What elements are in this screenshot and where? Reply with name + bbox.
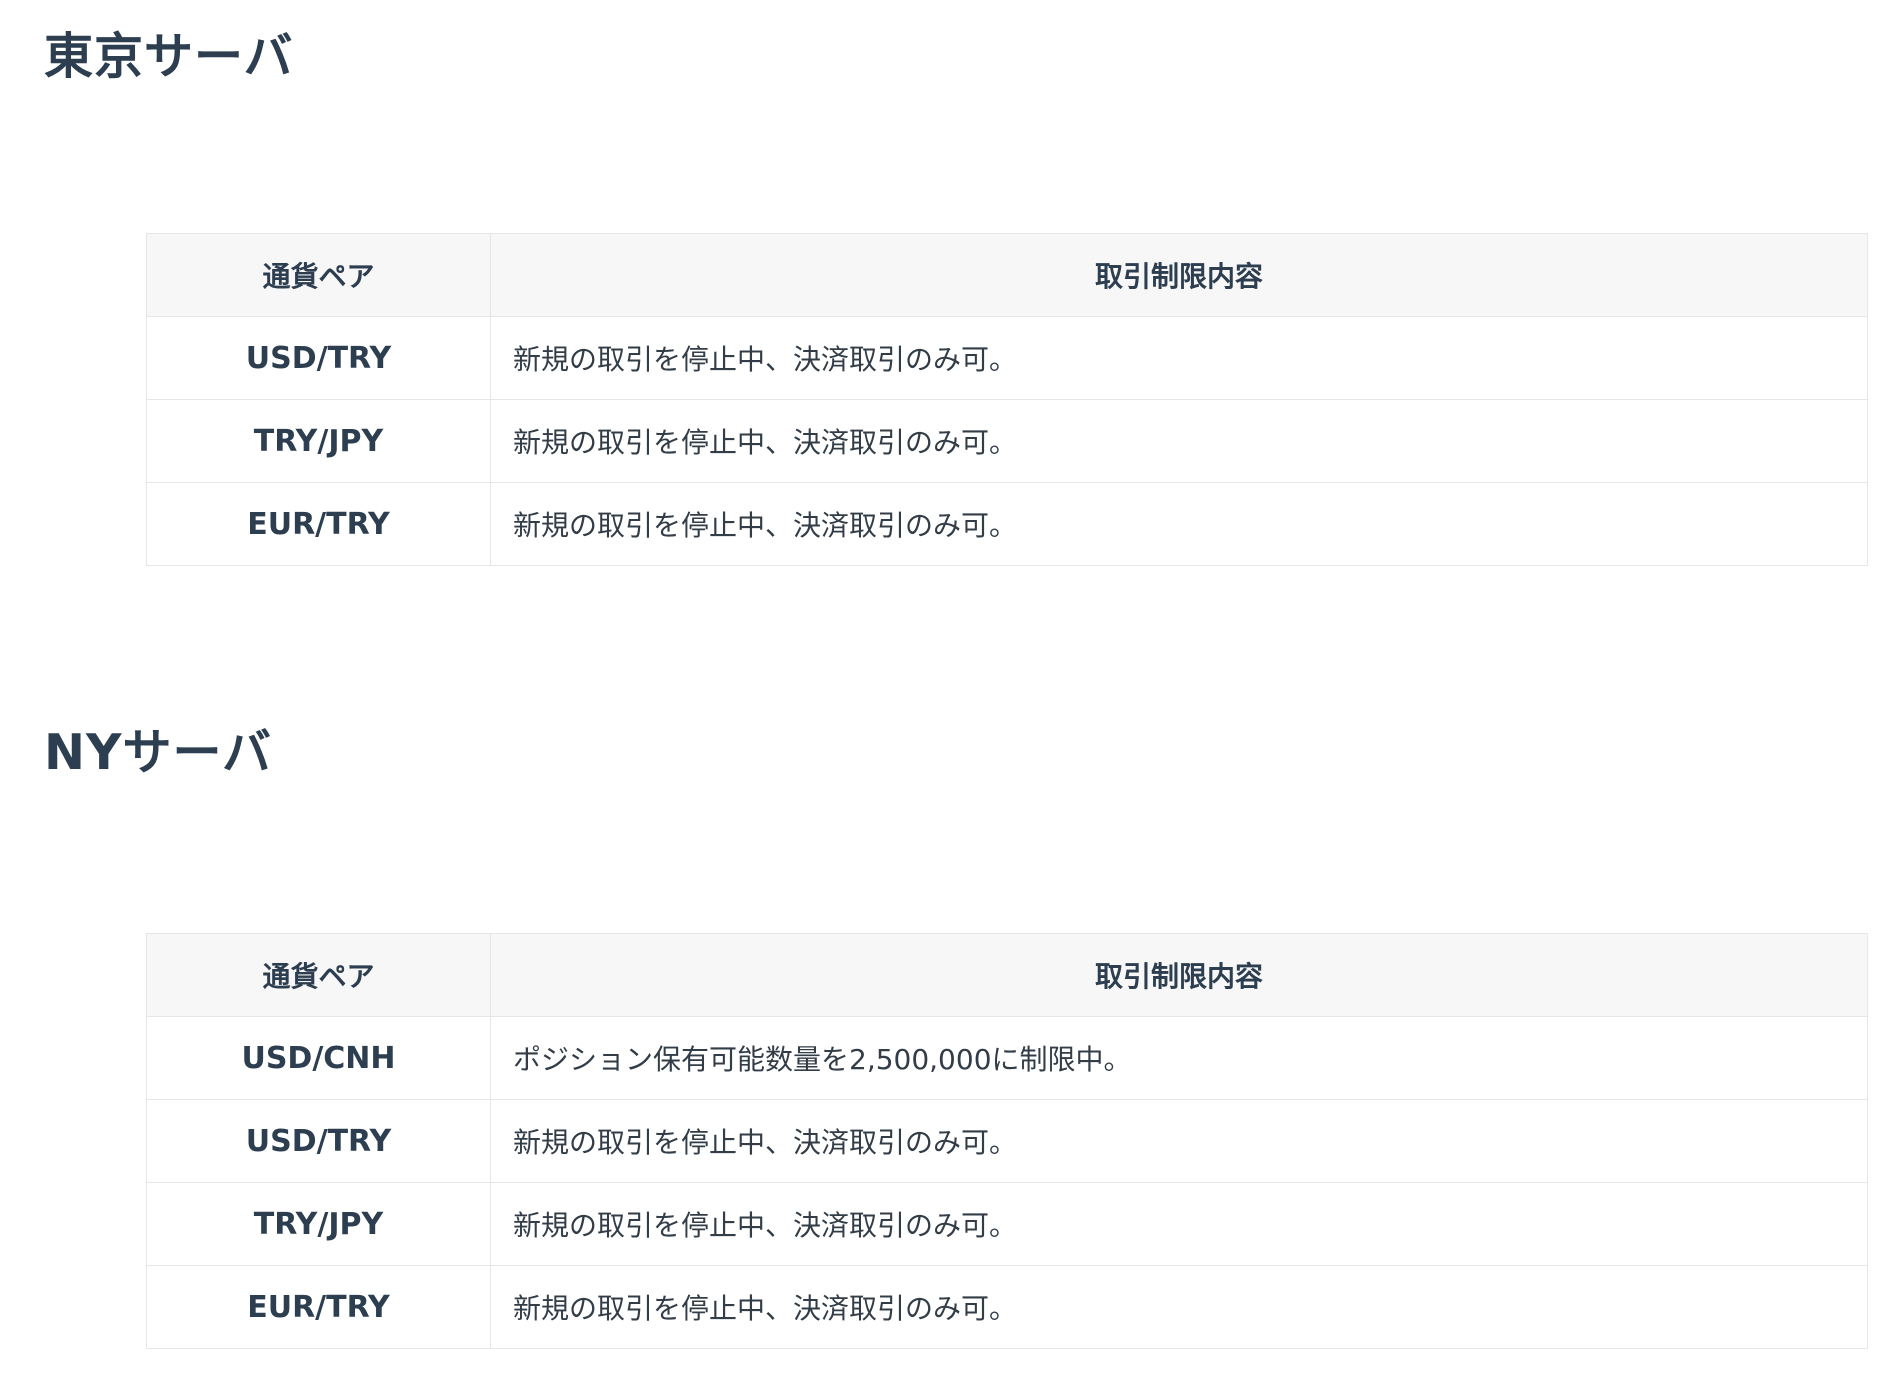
section-title: NYサーバ <box>44 724 273 781</box>
section-title: 東京サーバ <box>44 28 294 85</box>
currency-pair-cell: USD/CNH <box>146 1016 491 1100</box>
column-header-pair: 通貨ペア <box>146 233 491 317</box>
column-header-restriction: 取引制限内容 <box>490 233 1868 317</box>
restriction-cell: 新規の取引を停止中、決済取引のみ可。 <box>490 316 1868 400</box>
restriction-cell: 新規の取引を停止中、決済取引のみ可。 <box>490 1265 1868 1349</box>
table-header-row: 通貨ペア 取引制限内容 <box>146 233 1868 317</box>
restriction-cell: 新規の取引を停止中、決済取引のみ可。 <box>490 399 1868 483</box>
currency-pair-cell: TRY/JPY <box>146 1182 491 1266</box>
table-row: USD/TRY 新規の取引を停止中、決済取引のみ可。 <box>146 316 1868 400</box>
currency-pair-cell: USD/TRY <box>146 316 491 400</box>
table-row: USD/CNH ポジション保有可能数量を2,500,000に制限中。 <box>146 1016 1868 1100</box>
currency-pair-cell: USD/TRY <box>146 1099 491 1183</box>
table-row: EUR/TRY 新規の取引を停止中、決済取引のみ可。 <box>146 1265 1868 1349</box>
restriction-cell: 新規の取引を停止中、決済取引のみ可。 <box>490 1182 1868 1266</box>
table-header-row: 通貨ペア 取引制限内容 <box>146 933 1868 1017</box>
restriction-cell: ポジション保有可能数量を2,500,000に制限中。 <box>490 1016 1868 1100</box>
restriction-cell: 新規の取引を停止中、決済取引のみ可。 <box>490 482 1868 566</box>
restriction-table: 通貨ペア 取引制限内容 USD/CNH ポジション保有可能数量を2,500,00… <box>146 933 1868 1349</box>
table-row: TRY/JPY 新規の取引を停止中、決済取引のみ可。 <box>146 1182 1868 1266</box>
restriction-cell: 新規の取引を停止中、決済取引のみ可。 <box>490 1099 1868 1183</box>
currency-pair-cell: EUR/TRY <box>146 1265 491 1349</box>
table-row: TRY/JPY 新規の取引を停止中、決済取引のみ可。 <box>146 399 1868 483</box>
column-header-pair: 通貨ペア <box>146 933 491 1017</box>
currency-pair-cell: EUR/TRY <box>146 482 491 566</box>
restriction-table: 通貨ペア 取引制限内容 USD/TRY 新規の取引を停止中、決済取引のみ可。 T… <box>146 233 1868 566</box>
table-row: EUR/TRY 新規の取引を停止中、決済取引のみ可。 <box>146 482 1868 566</box>
column-header-restriction: 取引制限内容 <box>490 933 1868 1017</box>
currency-pair-cell: TRY/JPY <box>146 399 491 483</box>
table-row: USD/TRY 新規の取引を停止中、決済取引のみ可。 <box>146 1099 1868 1183</box>
